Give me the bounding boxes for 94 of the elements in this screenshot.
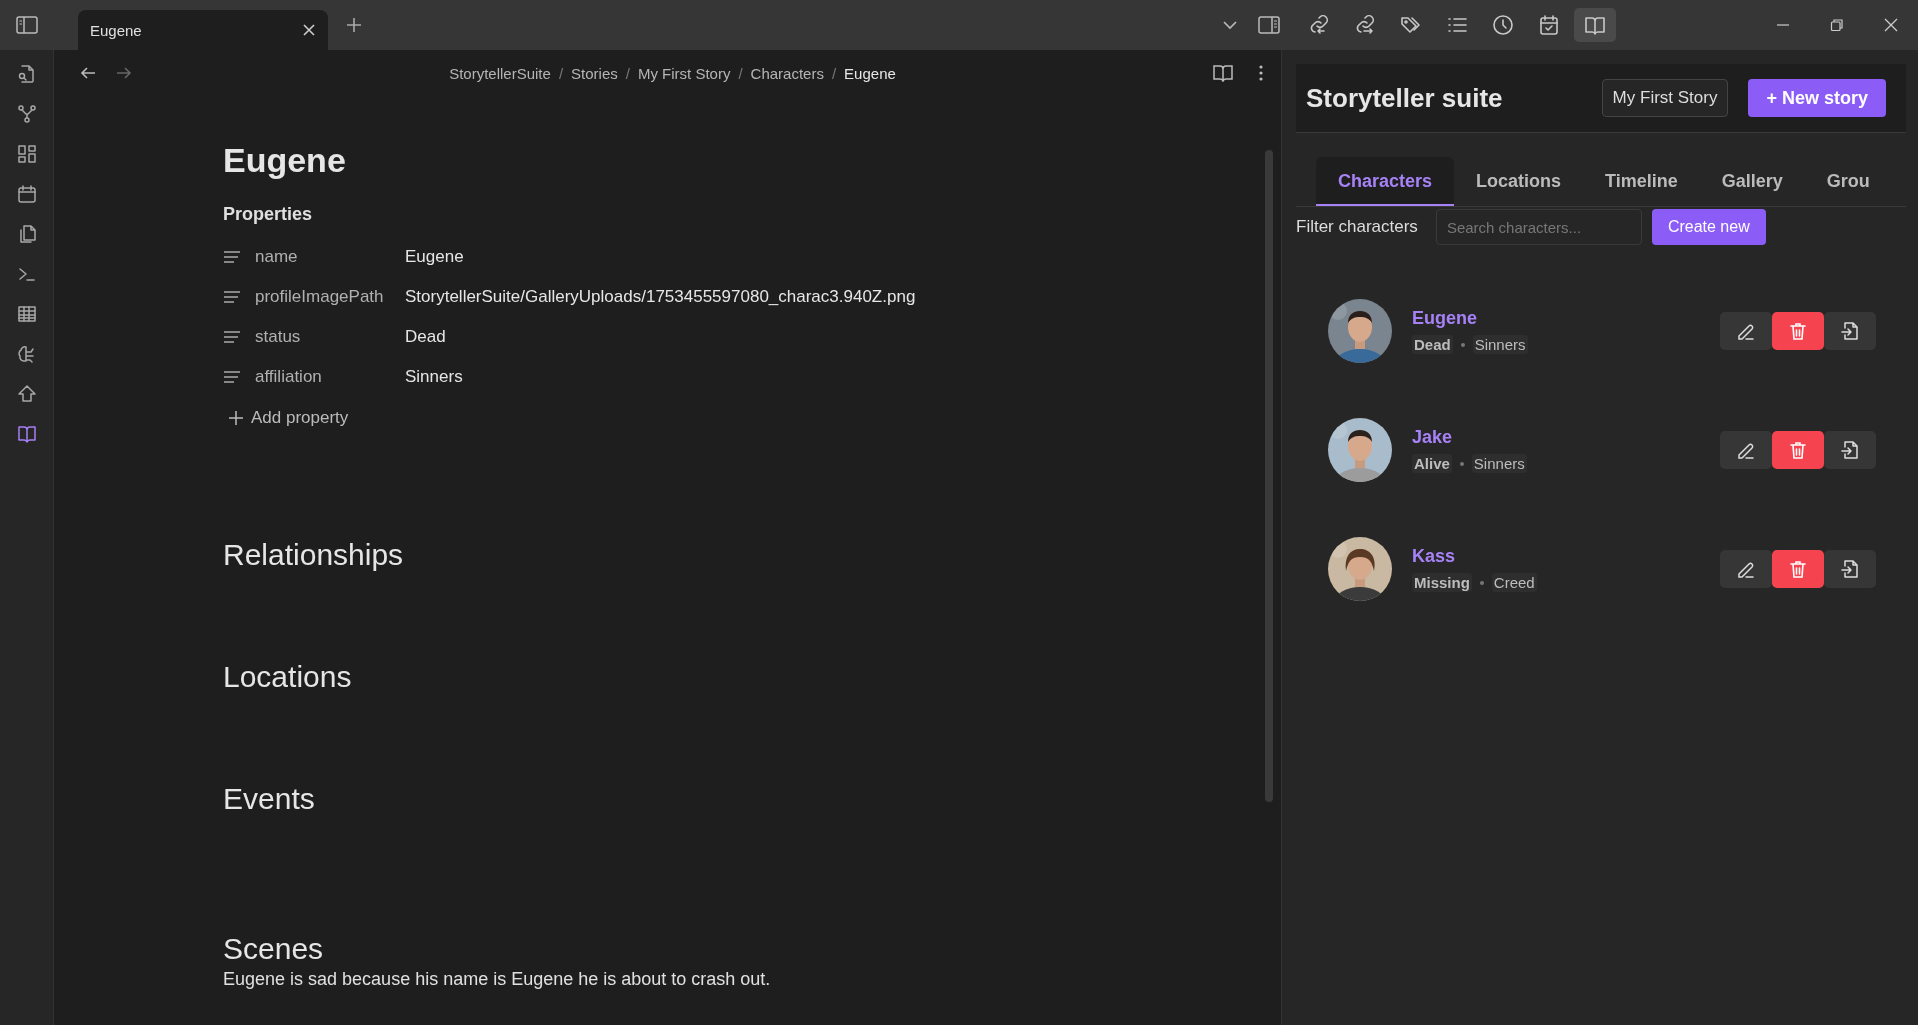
edit-button[interactable] [1720, 312, 1772, 350]
section-heading: Events [223, 781, 316, 817]
scrollbar[interactable] [1265, 150, 1273, 802]
pencil-icon [1736, 440, 1756, 460]
tab[interactable]: Grou [1804, 157, 1892, 206]
chevron-down-icon[interactable] [1222, 20, 1238, 30]
property-key: status [255, 327, 405, 347]
breadcrumb-item[interactable]: StorytellerSuite [449, 64, 551, 82]
file-import-icon [1840, 440, 1860, 460]
new-story-button[interactable]: + New story [1748, 79, 1886, 117]
text-property-icon [223, 250, 241, 264]
sidebar-toggle-icon[interactable] [16, 16, 38, 34]
character-name[interactable]: Kass [1412, 546, 1720, 567]
file-import-icon [1840, 321, 1860, 341]
open-file-button[interactable] [1824, 312, 1876, 350]
tab[interactable]: Characters [1316, 157, 1455, 206]
graph-icon[interactable] [16, 104, 37, 124]
trash-icon [1788, 321, 1808, 341]
property-key: name [255, 247, 405, 267]
breadcrumb-item[interactable]: Characters [750, 64, 824, 82]
pencil-icon [1736, 321, 1756, 341]
plus-icon [229, 411, 243, 425]
file-import-icon [1840, 559, 1860, 579]
filter-label: Filter characters [1296, 217, 1418, 237]
trash-icon [1788, 440, 1808, 460]
properties-heading: Properties [223, 204, 314, 225]
create-new-button[interactable]: Create new [1651, 209, 1766, 245]
section-heading: Locations [223, 659, 353, 695]
property-value[interactable]: Sinners [405, 367, 463, 387]
separator-dot [1460, 342, 1465, 347]
back-arrow-icon[interactable] [80, 66, 96, 80]
plus-icon[interactable] [346, 17, 362, 33]
edit-button[interactable] [1720, 550, 1772, 588]
brain-icon[interactable] [16, 344, 37, 364]
panel-title: Storyteller suite [1306, 82, 1504, 114]
more-options-icon[interactable] [1259, 65, 1263, 81]
add-property-button[interactable]: Add property [229, 403, 1281, 433]
affiliation-tag: Creed [1491, 573, 1537, 592]
story-select[interactable]: My First Story [1601, 79, 1729, 117]
search-field[interactable]: Search characters... [1435, 209, 1642, 245]
status-tag: Missing [1412, 573, 1472, 592]
tab-title: Eugene [90, 21, 142, 39]
restore-icon[interactable] [1830, 18, 1844, 32]
property-key: affiliation [255, 367, 405, 387]
breadcrumb-item[interactable]: My First Story [637, 64, 731, 82]
breadcrumb-item[interactable]: Stories [571, 64, 618, 82]
delete-button[interactable] [1772, 431, 1824, 469]
close-icon[interactable] [1884, 18, 1898, 32]
book-icon[interactable] [16, 424, 37, 444]
tab[interactable]: Timeline [1583, 157, 1700, 206]
close-icon[interactable] [302, 23, 316, 37]
text-property-icon [223, 290, 241, 304]
home-icon[interactable] [16, 384, 37, 404]
affiliation-tag: Sinners [1472, 335, 1528, 354]
property-key: profileImagePath [255, 287, 405, 307]
affiliation-tag: Sinners [1471, 454, 1527, 473]
status-tag: Alive [1412, 454, 1452, 473]
property-value[interactable]: Dead [405, 327, 446, 347]
text-property-icon [223, 370, 241, 384]
section-heading: Scenes [223, 931, 325, 967]
book-icon[interactable] [1213, 64, 1233, 82]
tab[interactable]: Locations [1454, 157, 1584, 206]
breadcrumb-item[interactable]: Eugene [844, 64, 896, 82]
property-value[interactable]: Eugene [405, 247, 464, 267]
trash-icon [1788, 559, 1808, 579]
section-heading: Relationships [223, 537, 405, 573]
table-icon[interactable] [16, 304, 37, 324]
note-title: Eugene [223, 140, 347, 180]
book-icon[interactable] [1574, 8, 1616, 42]
status-tag: Dead [1412, 335, 1453, 354]
separator-dot [1459, 461, 1464, 466]
delete-button[interactable] [1772, 312, 1824, 350]
property-value[interactable]: StorytellerSuite/GalleryUploads/1753455597080_charac3.940Z.png [405, 287, 916, 307]
forward-arrow-icon[interactable] [116, 66, 132, 80]
breadcrumb-separator: / [831, 64, 837, 82]
calendar-icon[interactable] [16, 184, 37, 204]
grid-icon[interactable] [16, 144, 37, 164]
open-file-button[interactable] [1824, 431, 1876, 469]
file-search-icon[interactable] [16, 64, 37, 84]
separator-dot [1479, 580, 1484, 585]
character-name[interactable]: Eugene [1412, 308, 1720, 329]
breadcrumb-separator: / [738, 64, 743, 82]
pencil-icon [1736, 559, 1756, 579]
edit-button[interactable] [1720, 431, 1772, 469]
delete-button[interactable] [1772, 550, 1824, 588]
breadcrumb-separator: / [625, 64, 630, 82]
character-name[interactable]: Jake [1412, 427, 1720, 448]
sidebar-toggle-icon[interactable] [1258, 16, 1280, 34]
open-file-button[interactable] [1824, 550, 1876, 588]
section-text: Eugene is sad because his name is Eugene he is about to crash out. [223, 969, 772, 990]
breadcrumb-separator: / [558, 64, 564, 82]
tab[interactable]: Gallery [1699, 157, 1805, 206]
text-property-icon [223, 330, 241, 344]
file-tab[interactable]: Eugene [78, 10, 328, 50]
